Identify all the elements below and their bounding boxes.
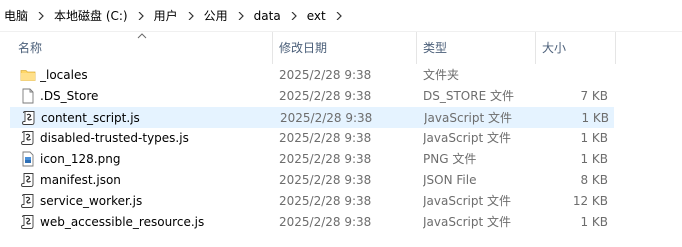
- file-size: 8 KB: [580, 173, 608, 187]
- file-modified-date: 2025/2/28 9:38: [279, 215, 372, 229]
- file-row[interactable]: icon_128.png 2025/2/28 9:38 PNG 文件 1 KB: [10, 149, 614, 170]
- file-modified-date: 2025/2/28 9:38: [279, 68, 372, 82]
- file-size: [540, 65, 608, 86]
- chevron-right-icon[interactable]: [183, 8, 199, 24]
- file-type: JavaScript 文件: [424, 111, 512, 125]
- folder-icon: [20, 67, 36, 83]
- column-divider[interactable]: [272, 32, 273, 64]
- breadcrumb-item-local-disk[interactable]: 本地磁盘 (C:): [52, 7, 130, 24]
- file-row[interactable]: .DS_Store 2025/2/28 9:38 DS_STORE 文件 7 KB: [10, 86, 614, 107]
- file-size: 1 KB: [581, 111, 609, 125]
- file-name: service_worker.js: [40, 194, 143, 208]
- file-name: web_accessible_resource.js: [40, 215, 205, 229]
- chevron-right-icon[interactable]: [331, 8, 347, 24]
- breadcrumb-item-ext[interactable]: ext: [305, 9, 328, 23]
- file-row[interactable]: disabled-trusted-types.js 2025/2/28 9:38 J…: [10, 128, 614, 149]
- file-modified-date: 2025/2/28 9:38: [279, 194, 372, 208]
- file-name: .DS_Store: [40, 89, 99, 103]
- file-row[interactable]: service_worker.js 2025/2/28 9:38 JavaScrip…: [10, 191, 614, 212]
- file-modified-date: 2025/2/28 9:38: [280, 111, 373, 125]
- image-file-icon: [20, 151, 36, 167]
- file-size: 1 KB: [580, 131, 608, 145]
- column-divider[interactable]: [535, 32, 536, 64]
- chevron-right-icon[interactable]: [233, 8, 249, 24]
- file-size: 1 KB: [580, 215, 608, 229]
- chevron-right-icon[interactable]: [33, 8, 49, 24]
- breadcrumb-item-computer[interactable]: 电脑: [2, 7, 30, 24]
- file-type: JavaScript 文件: [423, 215, 511, 229]
- column-header: 名称 修改日期 类型 大小: [0, 32, 682, 64]
- chevron-right-icon[interactable]: [286, 8, 302, 24]
- breadcrumb-item-users[interactable]: 用户: [152, 7, 180, 24]
- script-file-icon: [20, 193, 36, 209]
- file-type: PNG 文件: [423, 152, 477, 166]
- file-type: DS_STORE 文件: [423, 89, 514, 103]
- file-type: 文件夹: [423, 68, 460, 82]
- column-header-name[interactable]: 名称: [18, 32, 270, 64]
- file-size: 12 KB: [572, 194, 608, 208]
- file-type: JavaScript 文件: [423, 194, 511, 208]
- file-row[interactable]: web_accessible_resource.js 2025/2/28 9:38…: [10, 212, 614, 233]
- breadcrumb-item-data[interactable]: data: [252, 9, 283, 23]
- script-file-icon: [20, 214, 36, 230]
- file-modified-date: 2025/2/28 9:38: [279, 152, 372, 166]
- file-modified-date: 2025/2/28 9:38: [279, 131, 372, 145]
- script-file-icon: [20, 130, 36, 146]
- breadcrumb-item-public[interactable]: 公用: [202, 7, 230, 24]
- column-header-size[interactable]: 大小: [542, 32, 612, 64]
- file-row[interactable]: manifest.json 2025/2/28 9:38 JSON File 8 KB: [10, 170, 614, 191]
- column-divider[interactable]: [416, 32, 417, 64]
- file-modified-date: 2025/2/28 9:38: [279, 173, 372, 187]
- file-name: disabled-trusted-types.js: [40, 131, 189, 145]
- breadcrumb: 电脑 本地磁盘 (C:) 用户 公用 data ext: [0, 0, 682, 32]
- file-row[interactable]: _locales 2025/2/28 9:38 文件夹: [10, 65, 614, 86]
- file-name: content_script.js: [41, 111, 140, 125]
- file-modified-date: 2025/2/28 9:38: [279, 89, 372, 103]
- file-type: JSON File: [423, 173, 477, 187]
- json-file-icon: [20, 172, 36, 188]
- file-name: icon_128.png: [40, 152, 121, 166]
- file-row[interactable]: content_script.js 2025/2/28 9:38 JavaScrip…: [10, 107, 614, 128]
- chevron-right-icon[interactable]: [133, 8, 149, 24]
- column-header-type[interactable]: 类型: [423, 32, 533, 64]
- file-type: JavaScript 文件: [423, 131, 511, 145]
- script-file-icon: [21, 110, 37, 126]
- file-name: _locales: [40, 68, 88, 82]
- file-size: 1 KB: [580, 152, 608, 166]
- blank-file-icon: [20, 88, 36, 104]
- column-divider[interactable]: [615, 32, 616, 64]
- column-header-modified[interactable]: 修改日期: [279, 32, 415, 64]
- file-name: manifest.json: [40, 173, 121, 187]
- file-size: 7 KB: [580, 89, 608, 103]
